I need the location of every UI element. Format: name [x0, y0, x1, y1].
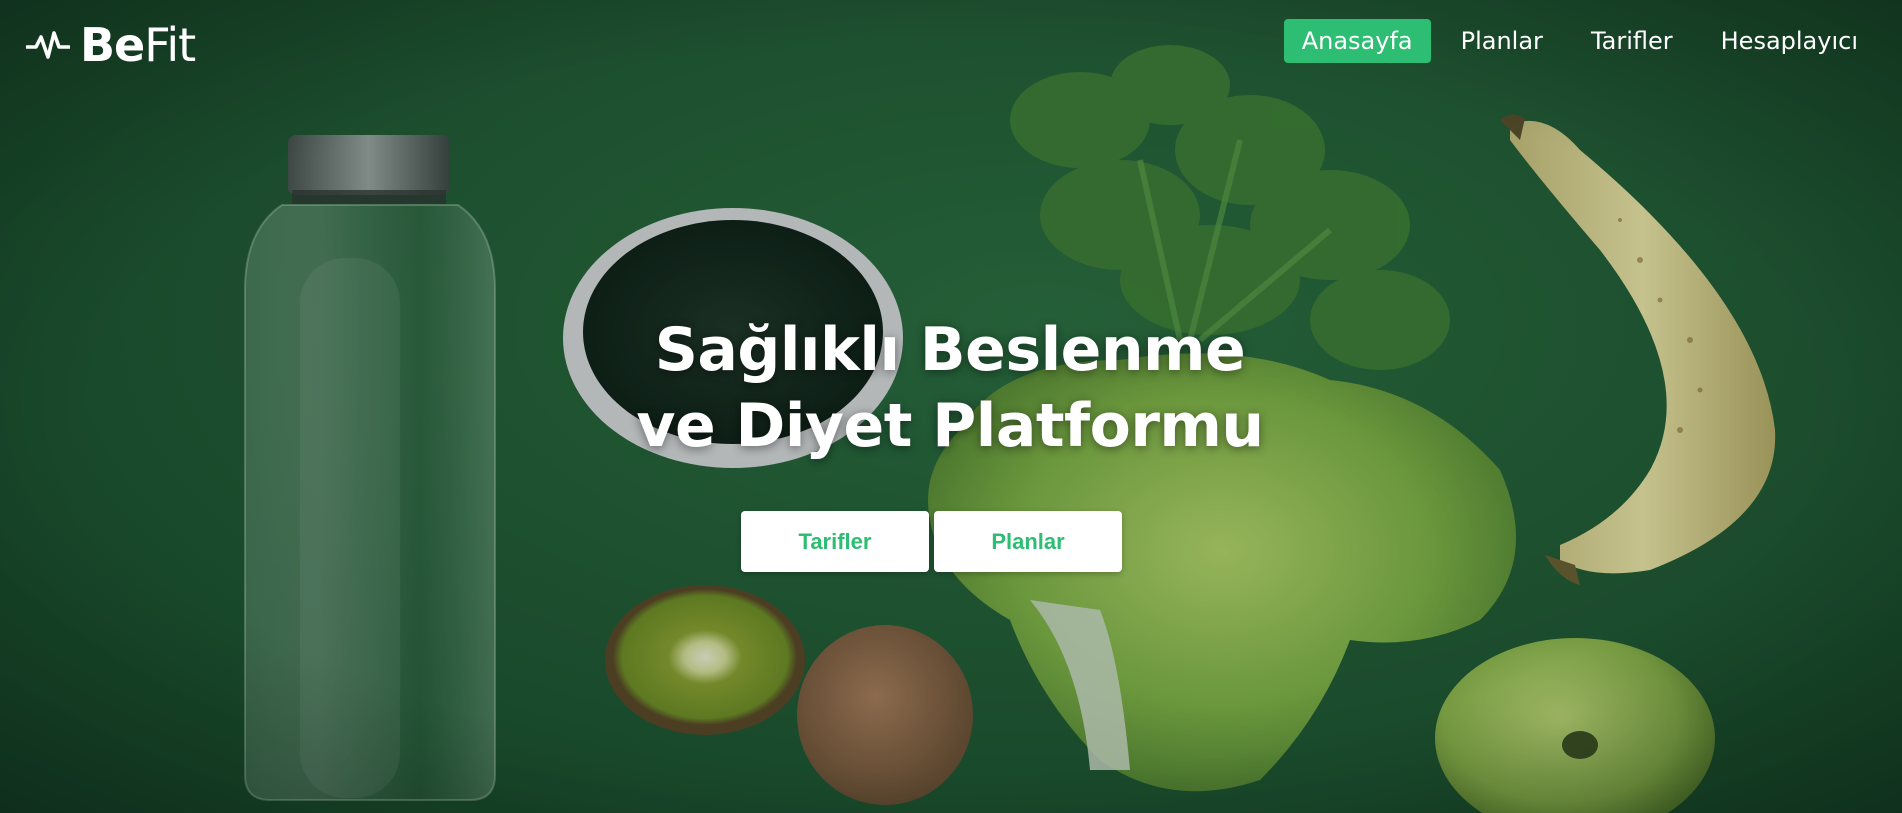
brand-name-light: Fit	[144, 18, 196, 72]
nav-link-hesaplayici[interactable]: Hesaplayıcı	[1703, 19, 1876, 64]
hero-title: Sağlıklı Beslenme ve Diyet Platformu	[560, 312, 1340, 464]
brand-logo[interactable]: BeFit	[26, 20, 196, 70]
hero-title-line1: Sağlıklı Beslenme	[654, 315, 1246, 385]
pulse-icon	[26, 31, 70, 59]
hero-title-line2: ve Diyet Platformu	[636, 391, 1264, 461]
nav-menu: Anasayfa Planlar Tarifler Hesaplayıcı	[1283, 18, 1876, 64]
nav-link-anasayfa[interactable]: Anasayfa	[1283, 18, 1431, 64]
top-navbar: BeFit Anasayfa Planlar Tarifler Hesaplay…	[0, 0, 1902, 84]
recipes-button[interactable]: Tarifler	[741, 511, 929, 572]
hero-section: BeFit Anasayfa Planlar Tarifler Hesaplay…	[0, 0, 1902, 813]
brand-name-bold: Be	[80, 18, 145, 72]
hero-cta-group: Tarifler Planlar	[741, 511, 1122, 572]
plans-button[interactable]: Planlar	[934, 511, 1122, 572]
nav-link-tarifler[interactable]: Tarifler	[1573, 19, 1691, 64]
nav-link-planlar[interactable]: Planlar	[1443, 19, 1561, 64]
brand-name: BeFit	[80, 22, 196, 68]
